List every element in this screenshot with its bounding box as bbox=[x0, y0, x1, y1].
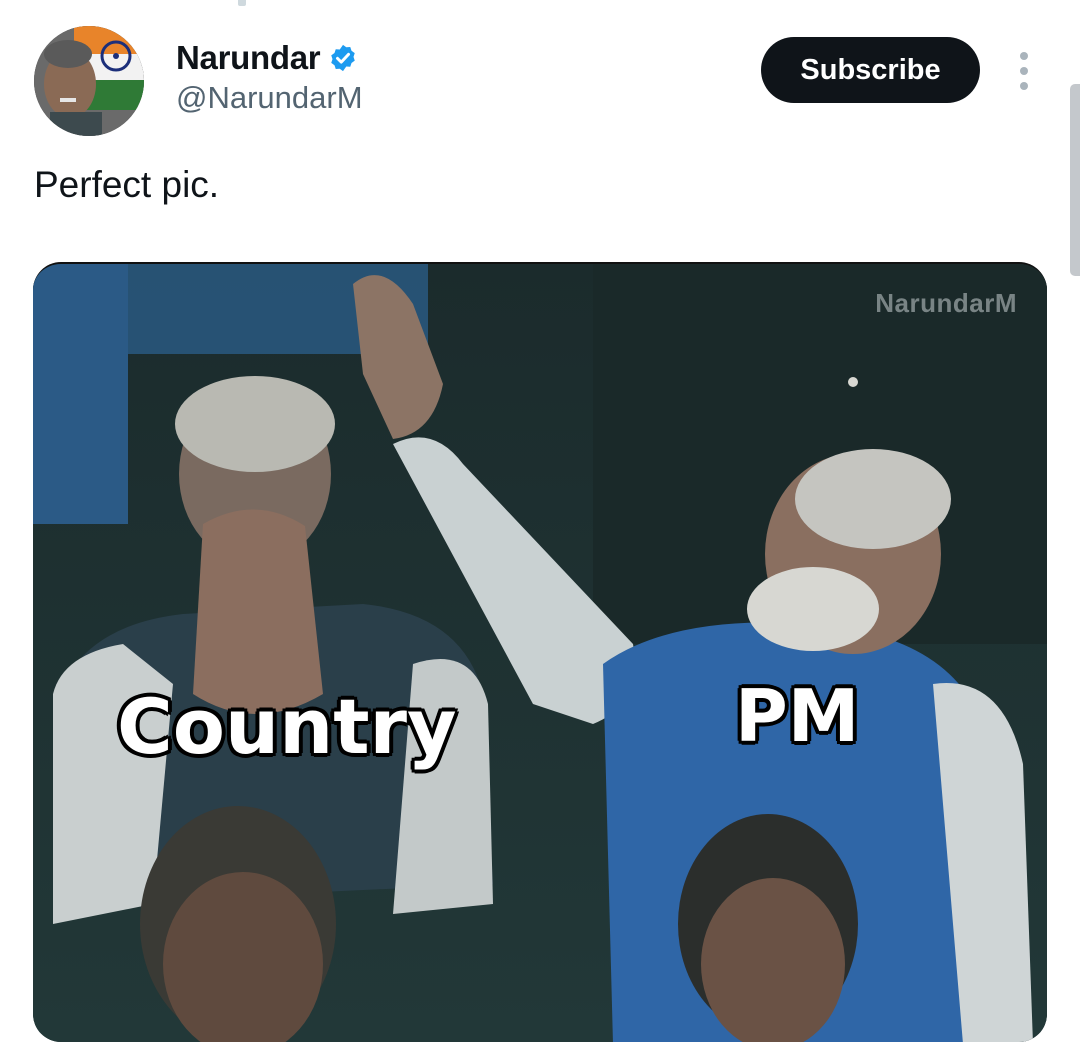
subscribe-button[interactable]: Subscribe bbox=[761, 37, 980, 103]
more-vertical-icon[interactable] bbox=[1012, 50, 1036, 92]
name-row: Narundar bbox=[176, 38, 363, 78]
top-edge bbox=[0, 0, 1080, 8]
tweet-text: Perfect pic. bbox=[34, 164, 220, 205]
clipped-glyph bbox=[238, 0, 246, 6]
media-watermark: NarundarM bbox=[875, 288, 1017, 318]
more-dot bbox=[1020, 67, 1028, 75]
more-dot bbox=[1020, 82, 1028, 90]
tweet-media-image[interactable]: NarundarM Country PM bbox=[33, 262, 1047, 1042]
scrollbar[interactable] bbox=[1070, 84, 1080, 276]
photo-illustration bbox=[33, 264, 1047, 1042]
avatar-image bbox=[34, 26, 144, 136]
avatar[interactable] bbox=[34, 26, 144, 136]
more-dot bbox=[1020, 52, 1028, 60]
author-block: Narundar @NarundarM bbox=[176, 38, 363, 116]
display-name[interactable]: Narundar bbox=[176, 39, 321, 77]
meme-caption-country: Country bbox=[116, 681, 459, 773]
meme-caption-pm: PM bbox=[733, 673, 860, 760]
author-handle[interactable]: @NarundarM bbox=[176, 80, 363, 116]
verified-badge-icon[interactable] bbox=[328, 43, 358, 73]
